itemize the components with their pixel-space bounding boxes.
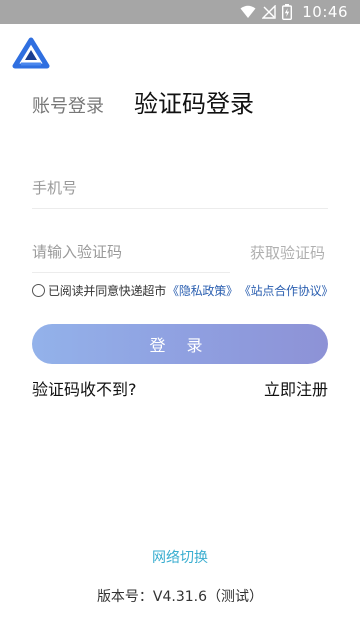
status-icons <box>240 4 293 20</box>
privacy-policy-link[interactable]: 《隐私政策》 <box>167 282 238 299</box>
status-time: 10:46 <box>302 3 348 21</box>
agreement-row: 已阅读并同意快递超市 《隐私政策》 《站点合作协议》 <box>32 280 342 300</box>
tab-account-login[interactable]: 账号登录 <box>32 92 104 118</box>
battery-charging-icon <box>282 4 293 20</box>
wifi-icon <box>240 5 256 18</box>
phone-field-wrapper <box>32 168 328 209</box>
code-field-wrapper <box>32 232 230 273</box>
tab-sms-login[interactable]: 验证码登录 <box>134 84 254 119</box>
signal-off-icon <box>262 5 276 19</box>
site-agreement-link[interactable]: 《站点合作协议》 <box>239 282 334 299</box>
version-label: 版本号：V4.31.6（测试） <box>96 589 264 605</box>
login-button[interactable]: 登 录 <box>32 324 328 364</box>
status-bar: 10:46 <box>0 0 360 24</box>
agreement-text: 已阅读并同意快递超市 <box>48 283 167 298</box>
agreement-checkbox[interactable] <box>32 283 45 297</box>
app-logo-icon <box>12 37 50 69</box>
register-link[interactable]: 立即注册 <box>264 376 328 400</box>
network-switch-link[interactable]: 网络切换 <box>0 547 360 567</box>
verification-code-input[interactable] <box>32 232 230 272</box>
no-code-link[interactable]: 验证码收不到? <box>32 376 137 400</box>
login-tabs: 账号登录 验证码登录 <box>32 82 332 122</box>
get-code-button[interactable]: 获取验证码 <box>250 242 325 263</box>
phone-input[interactable] <box>32 168 328 208</box>
